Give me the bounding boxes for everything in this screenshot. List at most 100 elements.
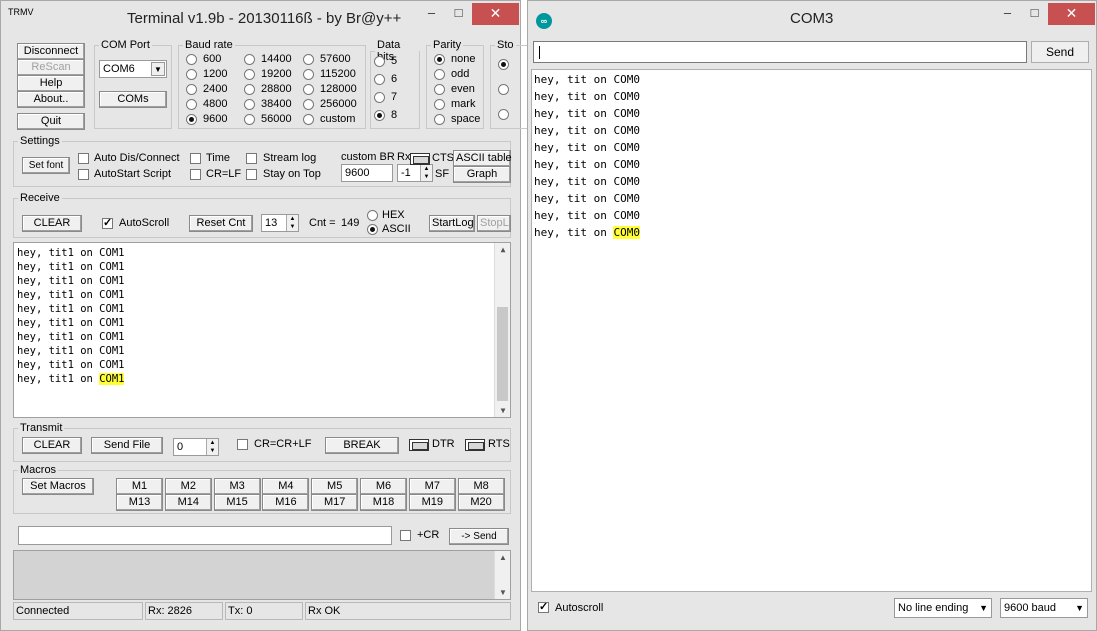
maximize-button[interactable]: □ — [445, 3, 472, 25]
rescan-button[interactable]: ReScan — [17, 59, 85, 76]
send-button[interactable]: -> Send — [449, 528, 509, 545]
macro-button-m20[interactable]: M20 — [457, 494, 505, 511]
transmit-spin-input[interactable]: 0 ▲ ▼ — [173, 438, 219, 456]
com-port-select[interactable]: COM6 ▼ — [99, 60, 167, 78]
stop-bits-radio-2[interactable] — [498, 84, 509, 95]
serial-send-input[interactable] — [533, 41, 1027, 63]
about-button[interactable]: About.. — [17, 91, 85, 108]
ascii-table-button[interactable]: ASCII table — [453, 150, 512, 167]
serial-output-area[interactable]: hey, tit on COM0 hey, tit on COM0 hey, tit… — [531, 69, 1092, 592]
macro-button-m7[interactable]: M7 — [408, 478, 456, 495]
macro-button-m3[interactable]: M3 — [213, 478, 261, 495]
baud-radio-14400[interactable] — [244, 54, 255, 65]
line-ending-select[interactable]: No line ending ▼ — [894, 598, 992, 618]
graph-button[interactable]: Graph — [453, 166, 511, 183]
cr-cr-lf-checkbox[interactable] — [237, 439, 248, 450]
quit-button[interactable]: Quit — [17, 113, 85, 130]
maximize-button[interactable]: □ — [1021, 3, 1048, 25]
parity-radio-mark[interactable] — [434, 99, 445, 110]
baud-radio-115200[interactable] — [303, 69, 314, 80]
break-button[interactable]: BREAK — [325, 437, 399, 454]
parity-radio-even[interactable] — [434, 84, 445, 95]
macro-button-m18[interactable]: M18 — [360, 494, 407, 511]
close-button[interactable]: ✕ — [472, 3, 519, 25]
start-log-button[interactable]: StartLog — [429, 215, 475, 232]
ascii-radio[interactable] — [367, 224, 378, 235]
serial-autoscroll-checkbox[interactable] — [538, 600, 549, 613]
baud-radio-57600[interactable] — [303, 54, 314, 65]
macro-button-m6[interactable]: M6 — [360, 478, 407, 495]
terminal-titlebar[interactable]: TRMV Terminal v1.9b - 20130116ß - by Br@… — [1, 1, 520, 35]
cr-send-checkbox[interactable] — [400, 530, 411, 541]
data-bits-radio-5[interactable] — [374, 56, 385, 67]
scroll-down-icon[interactable]: ▼ — [495, 588, 511, 597]
clear-receive-button[interactable]: CLEAR — [22, 215, 82, 232]
close-button[interactable]: ✕ — [1048, 3, 1095, 25]
rts-indicator[interactable] — [465, 439, 485, 451]
macro-button-m4[interactable]: M4 — [262, 478, 310, 495]
baud-radio-256000[interactable] — [303, 99, 314, 110]
macro-button-m14[interactable]: M14 — [164, 494, 212, 511]
stop-bits-radio-1[interactable] — [498, 59, 509, 70]
baud-radio-600[interactable] — [186, 54, 197, 65]
receive-text-area[interactable]: hey, tit1 on COM1 hey, tit1 on COM1 hey, t… — [13, 242, 511, 418]
set-macros-button[interactable]: Set Macros — [22, 478, 94, 495]
clear-transmit-button[interactable]: CLEAR — [22, 437, 82, 454]
scroll-up-icon[interactable]: ▲ — [495, 553, 511, 562]
macro-button-m13[interactable]: M13 — [116, 494, 163, 511]
set-font-button[interactable]: Set font — [22, 157, 70, 174]
data-bits-radio-8[interactable] — [374, 110, 385, 121]
stay-on-top-checkbox[interactable] — [246, 169, 257, 180]
stream-log-checkbox[interactable] — [246, 153, 257, 164]
macro-button-m2[interactable]: M2 — [164, 478, 212, 495]
macro-button-m17[interactable]: M17 — [311, 494, 359, 511]
script-output-area[interactable]: ▲ ▼ — [13, 550, 511, 600]
scroll-down-icon[interactable]: ▼ — [495, 406, 510, 415]
macro-button-m19[interactable]: M19 — [408, 494, 456, 511]
serial-monitor-titlebar[interactable]: ∞ COM3 – □ ✕ — [528, 1, 1096, 35]
baud-select[interactable]: 9600 baud ▼ — [1000, 598, 1088, 618]
macro-button-m1[interactable]: M1 — [116, 478, 163, 495]
data-bits-radio-6[interactable] — [374, 74, 385, 85]
disconnect-button[interactable]: Disconnect — [17, 43, 85, 60]
baud-radio-custom[interactable] — [303, 114, 314, 125]
baud-radio-38400[interactable] — [244, 99, 255, 110]
minimize-button[interactable]: – — [994, 3, 1021, 25]
baud-radio-2400[interactable] — [186, 84, 197, 95]
scroll-up-icon[interactable]: ▲ — [495, 245, 510, 254]
hex-radio[interactable] — [367, 210, 378, 221]
spinner-arrows-icon[interactable]: ▲ ▼ — [420, 165, 432, 181]
stop-log-button[interactable]: StopLog — [477, 215, 511, 232]
macro-button-m8[interactable]: M8 — [457, 478, 505, 495]
baud-radio-4800[interactable] — [186, 99, 197, 110]
cr-lf-checkbox[interactable] — [190, 169, 201, 180]
minimize-button[interactable]: – — [418, 3, 445, 25]
autostart-script-checkbox[interactable] — [78, 169, 89, 180]
send-text-input[interactable] — [18, 526, 392, 545]
autoscroll-checkbox[interactable] — [102, 216, 113, 229]
time-checkbox[interactable] — [190, 153, 201, 164]
baud-radio-28800[interactable] — [244, 84, 255, 95]
macro-button-m16[interactable]: M16 — [262, 494, 310, 511]
help-button[interactable]: Help — [17, 75, 85, 92]
send-file-button[interactable]: Send File — [91, 437, 163, 454]
parity-radio-none[interactable] — [434, 54, 445, 65]
macro-button-m15[interactable]: M15 — [213, 494, 261, 511]
spinner-arrows-icon[interactable]: ▲ ▼ — [206, 439, 218, 455]
macro-button-m5[interactable]: M5 — [311, 478, 359, 495]
receive-scrollbar[interactable]: ▲ ▼ — [494, 243, 510, 417]
baud-radio-1200[interactable] — [186, 69, 197, 80]
rx-spin-input[interactable]: -1 ▲ ▼ — [397, 164, 433, 182]
receive-spin-input[interactable]: 13 ▲ ▼ — [261, 214, 299, 232]
baud-radio-56000[interactable] — [244, 114, 255, 125]
output-scrollbar[interactable]: ▲ ▼ — [494, 551, 510, 599]
baud-radio-9600[interactable] — [186, 114, 197, 125]
stop-bits-radio-3[interactable] — [498, 109, 509, 120]
baud-radio-128000[interactable] — [303, 84, 314, 95]
serial-send-button[interactable]: Send — [1031, 41, 1089, 63]
data-bits-radio-7[interactable] — [374, 92, 385, 103]
reset-cnt-button[interactable]: Reset Cnt — [189, 215, 253, 232]
custom-br-input[interactable]: 9600 — [341, 164, 393, 182]
dtr-indicator[interactable] — [409, 439, 429, 451]
scroll-thumb[interactable] — [497, 307, 508, 401]
